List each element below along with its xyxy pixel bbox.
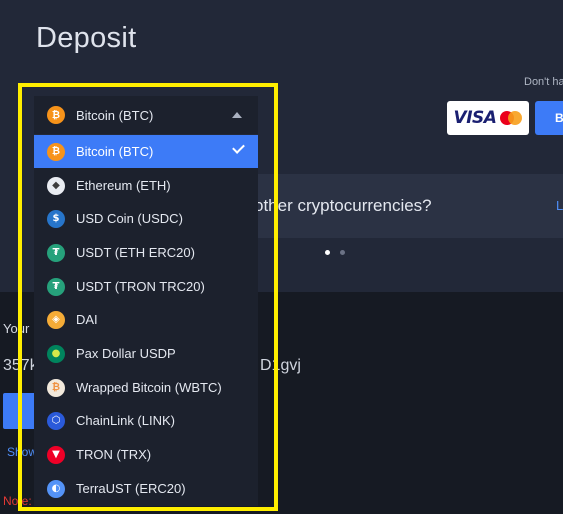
visa-mastercard-badge: VISA [447,101,529,135]
dont-have-text: Don't ha [524,76,563,88]
highlight-frame [18,83,278,511]
banner-text: other cryptocurrencies? [254,196,432,215]
mastercard-icon [500,111,523,125]
banner-link[interactable]: L [556,198,563,213]
visa-logo: VISA [453,108,497,128]
page-title: Deposit [36,22,137,54]
carousel-dot-2[interactable] [340,250,345,255]
buy-crypto-button[interactable]: B [535,101,563,135]
carousel-dot-1[interactable] [325,250,330,255]
